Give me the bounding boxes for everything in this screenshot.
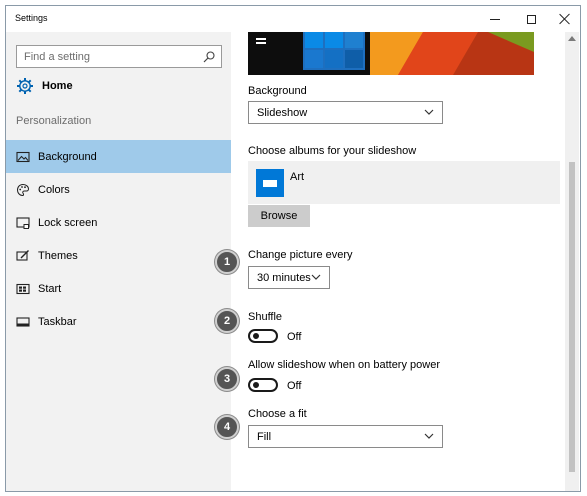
callout-badge-4: 4	[215, 415, 239, 439]
sidebar-item-label: Colors	[38, 183, 70, 196]
chevron-down-icon	[424, 109, 434, 115]
toggle-knob	[253, 333, 259, 339]
change-picture-label: Change picture every	[248, 249, 353, 261]
scrollbar-thumb[interactable]	[569, 162, 575, 472]
picture-icon	[16, 151, 30, 162]
callout-badge-3: 3	[215, 367, 239, 391]
shuffle-toggle[interactable]	[248, 329, 278, 343]
shuffle-state: Off	[287, 331, 302, 343]
maximize-button[interactable]	[514, 6, 548, 32]
minimize-button[interactable]	[478, 6, 512, 32]
settings-window: Settings Find a setting Home Personaliza…	[5, 5, 581, 492]
sidebar-item-label: Start	[38, 282, 62, 295]
sidebar-item-background[interactable]: Background	[6, 140, 231, 173]
home-link[interactable]: Home	[16, 75, 73, 97]
palette-icon	[16, 183, 30, 196]
fit-label: Choose a fit	[248, 408, 307, 420]
shuffle-label: Shuffle	[248, 311, 283, 323]
sidebar-item-colors[interactable]: Colors	[6, 173, 231, 206]
sidebar: Find a setting Home Personalization Back…	[6, 32, 231, 491]
fit-dropdown[interactable]: Fill	[248, 425, 443, 448]
maximize-icon	[526, 14, 536, 24]
sidebar-item-lock-screen[interactable]: Lock screen	[6, 206, 231, 239]
title-bar: Settings	[6, 6, 580, 32]
taskbar-icon	[16, 316, 30, 327]
battery-state: Off	[287, 380, 302, 392]
brush-icon	[16, 249, 29, 261]
change-picture-dropdown[interactable]: 30 minutes	[248, 266, 330, 289]
sidebar-item-label: Lock screen	[38, 216, 98, 229]
sidebar-item-label: Themes	[38, 249, 78, 262]
album-folder-icon	[256, 169, 284, 197]
sidebar-item-label: Background	[38, 150, 97, 163]
close-button[interactable]	[548, 6, 580, 32]
battery-toggle[interactable]	[248, 378, 278, 392]
content-pane: Background Slideshow Choose albums for y…	[231, 32, 580, 491]
callout-badge-2: 2	[215, 309, 239, 333]
album-item[interactable]: Art	[248, 161, 560, 204]
scroll-up-arrow-icon[interactable]	[568, 36, 576, 41]
sidebar-item-label: Taskbar	[38, 315, 77, 328]
chevron-down-icon	[311, 274, 321, 280]
sidebar-item-start[interactable]: Start	[6, 272, 231, 305]
search-icon	[203, 51, 215, 63]
background-label: Background	[248, 85, 307, 97]
album-name: Art	[290, 171, 305, 183]
window-title: Settings	[15, 13, 48, 23]
sidebar-item-themes[interactable]: Themes	[6, 239, 231, 272]
home-label: Home	[42, 80, 73, 92]
background-dropdown-value: Slideshow	[257, 107, 308, 119]
search-input[interactable]: Find a setting	[16, 45, 222, 68]
browse-button[interactable]: Browse	[248, 205, 310, 227]
minimize-icon	[490, 18, 500, 20]
scrollbar[interactable]	[565, 32, 579, 491]
chevron-down-icon	[424, 433, 434, 439]
change-picture-value: 30 minutes	[257, 272, 311, 284]
search-placeholder: Find a setting	[24, 51, 91, 63]
albums-label: Choose albums for your slideshow	[248, 145, 417, 157]
lock-screen-icon	[16, 216, 30, 229]
close-icon	[559, 13, 571, 25]
battery-label: Allow slideshow when on battery power	[248, 359, 440, 371]
background-dropdown[interactable]: Slideshow	[248, 101, 443, 124]
gear-icon	[17, 78, 33, 94]
start-icon	[16, 283, 30, 294]
background-preview-image	[248, 32, 534, 75]
callout-badge-1: 1	[215, 250, 239, 274]
toggle-knob	[253, 382, 259, 388]
fit-dropdown-value: Fill	[257, 431, 272, 443]
sidebar-item-taskbar[interactable]: Taskbar	[6, 305, 231, 338]
section-title: Personalization	[16, 115, 92, 127]
